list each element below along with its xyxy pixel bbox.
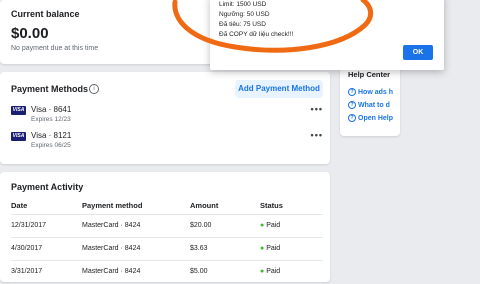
row-method: MasterCard · 8424 [82, 222, 141, 229]
ok-button[interactable]: OK [403, 45, 433, 60]
dialog-line-limit: Limit: 1500 USD [219, 1, 267, 8]
status-dot-icon: ● [260, 222, 265, 229]
row-status: ● Paid [260, 245, 281, 252]
more-options-icon[interactable]: ••• [311, 130, 323, 140]
balance-title: Current balance [11, 9, 80, 19]
question-icon: ? [348, 101, 356, 109]
payment-card-row: VISA Visa · 8641 Expires 12/23 ••• [11, 104, 323, 126]
dialog-line-copied: Đã COPY dữ liệu check!!! [219, 31, 294, 38]
row-date: 12/31/2017 [11, 222, 47, 229]
info-icon[interactable]: i [89, 84, 99, 94]
balance-note: No payment due at this time [11, 45, 99, 52]
help-link[interactable]: ? What to d [348, 101, 390, 109]
row-date: 3/31/2017 [11, 268, 43, 275]
add-payment-method-button[interactable]: Add Payment Method [235, 80, 323, 98]
payment-activity-table: Date Payment method Amount Status 12/31/… [11, 198, 323, 284]
row-status: ● Paid [260, 222, 281, 229]
alert-dialog: Limit: 1500 USD Ngưỡng: 50 USD Đã tiêu: … [210, 0, 444, 70]
payment-methods-title: Payment Methods [11, 84, 89, 94]
question-icon: ? [348, 88, 356, 96]
visa-logo-icon: VISA [11, 132, 26, 141]
help-link[interactable]: ? How ads h [348, 88, 393, 96]
row-method: MasterCard · 8424 [82, 268, 141, 275]
payment-card-row: VISA Visa · 8121 Expires 06/25 ••• [11, 130, 323, 152]
column-header-amount: Amount [190, 201, 219, 210]
payment-activity-title: Payment Activity [11, 182, 84, 192]
card-name: Visa · 8121 [31, 131, 72, 140]
help-center-card: Help Center ? How ads h ? What to d ? Open … [340, 64, 400, 136]
row-amount: $5.00 [190, 268, 208, 275]
table-row[interactable]: 3/31/2017 MasterCard · 8424 $5.00 ● Paid [11, 261, 323, 284]
question-icon: ? [348, 114, 356, 122]
balance-amount: $0.00 [11, 25, 49, 42]
row-date: 4/30/2017 [11, 245, 43, 252]
more-options-icon[interactable]: ••• [311, 104, 323, 114]
card-expiry: Expires 06/25 [31, 142, 71, 149]
help-link[interactable]: ? Open Help [348, 114, 393, 122]
row-method: MasterCard · 8424 [82, 245, 141, 252]
column-header-method: Payment method [82, 201, 143, 210]
status-dot-icon: ● [260, 268, 265, 275]
table-row[interactable]: 4/30/2017 MasterCard · 8424 $3.63 ● Paid [11, 238, 323, 261]
payment-activity-card: Payment Activity Date Payment method Amo… [0, 172, 330, 284]
table-header-row: Date Payment method Amount Status [11, 198, 323, 215]
column-header-status: Status [260, 201, 283, 210]
visa-logo-icon: VISA [11, 106, 26, 115]
table-row[interactable]: 12/31/2017 MasterCard · 8424 $20.00 ● Pa… [11, 215, 323, 238]
dialog-line-spent: Đã tiêu: 75 USD [219, 21, 266, 28]
status-dot-icon: ● [260, 245, 265, 252]
payment-methods-card: Payment Methods i Add Payment Method VIS… [0, 72, 330, 164]
row-amount: $3.63 [190, 245, 208, 252]
row-amount: $20.00 [190, 222, 212, 229]
card-name: Visa · 8641 [31, 105, 72, 114]
column-header-date: Date [11, 201, 28, 210]
help-center-title: Help Center [348, 70, 391, 79]
dialog-line-threshold: Ngưỡng: 50 USD [219, 11, 270, 18]
card-expiry: Expires 12/23 [31, 116, 71, 123]
row-status: ● Paid [260, 268, 281, 275]
